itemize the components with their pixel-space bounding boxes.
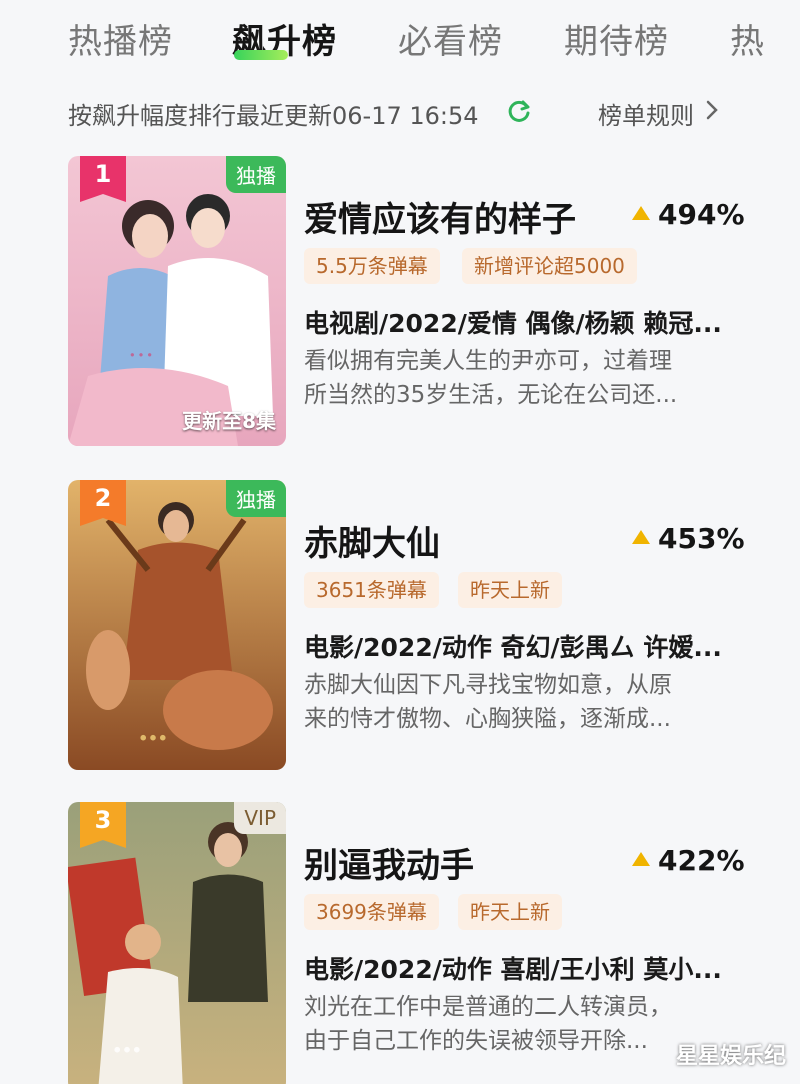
chevron-right-icon[interactable] — [704, 99, 720, 121]
tab-hot-play[interactable]: 热播榜 — [68, 14, 173, 63]
trend-up-icon — [632, 852, 650, 866]
status-tag: 新增评论超5000 — [462, 248, 637, 284]
poster-image[interactable]: … 3 VIP — [68, 802, 286, 1084]
item-title[interactable]: 爱情应该有的样子 — [304, 192, 576, 241]
rank-number: 2 — [94, 484, 112, 512]
svg-text:…: … — [112, 1025, 142, 1060]
tab-hot-more[interactable]: 热 — [730, 14, 765, 63]
tab-must-watch[interactable]: 必看榜 — [398, 14, 503, 63]
trend-up-icon — [632, 206, 650, 220]
status-tag: 昨天上新 — [458, 894, 562, 930]
svg-text:…: … — [138, 713, 168, 748]
trend-value: 422% — [632, 844, 745, 877]
item-description: 看似拥有完美人生的尹亦可，过着理 所当然的35岁生活，无论在公司还... — [304, 348, 678, 408]
danmaku-count-tag: 3651条弹幕 — [304, 572, 439, 608]
refresh-icon[interactable] — [506, 98, 532, 124]
ranking-item-1[interactable]: … 1 独播 更新至8集 爱情应该有的样子 494% 5.5万条弹幕 新增评论超… — [0, 156, 800, 456]
svg-text:…: … — [128, 333, 154, 363]
status-tag: 昨天上新 — [458, 572, 562, 608]
rank-number: 3 — [94, 806, 112, 834]
vip-badge: VIP — [234, 802, 286, 834]
danmaku-count-tag: 3699条弹幕 — [304, 894, 439, 930]
trend-value: 494% — [632, 198, 745, 231]
item-meta: 电影/2022/动作 喜剧/王小利 莫小... — [304, 955, 722, 984]
watermark: 星星娱乐纪 — [675, 1044, 786, 1069]
poster-image[interactable]: … 2 独播 — [68, 480, 286, 770]
active-tab-indicator — [234, 50, 288, 60]
episode-update-label: 更新至8集 — [182, 409, 276, 433]
trend-value: 453% — [632, 522, 745, 555]
exclusive-badge: 独播 — [226, 156, 286, 193]
rank-tabs: 热播榜 飙升榜 必看榜 期待榜 热 — [0, 0, 800, 80]
ranking-item-2[interactable]: … 2 独播 赤脚大仙 453% 3651条弹幕 昨天上新 电影/2022/动作… — [0, 480, 800, 780]
item-title[interactable]: 赤脚大仙 — [304, 516, 440, 565]
item-description: 赤脚大仙因下凡寻找宝物如意，从原 来的恃才傲物、心胸狭隘，逐渐成... — [304, 672, 672, 732]
poster-image[interactable]: … 1 独播 更新至8集 — [68, 156, 286, 446]
exclusive-badge: 独播 — [226, 480, 286, 517]
rank-number: 1 — [94, 160, 112, 188]
danmaku-count-tag: 5.5万条弹幕 — [304, 248, 440, 284]
item-description: 刘光在工作中是普通的二人转演员， 由于自己工作的失误被领导开除... — [304, 994, 672, 1054]
item-meta: 电视剧/2022/爱情 偶像/杨颖 赖冠... — [304, 309, 722, 338]
item-title[interactable]: 别逼我动手 — [304, 838, 474, 887]
rules-link[interactable]: 榜单规则 — [598, 96, 694, 131]
ranking-subheader: 按飙升幅度排行最近更新06-17 16:54 榜单规则 — [0, 90, 800, 134]
tab-anticipated[interactable]: 期待榜 — [564, 14, 669, 63]
sort-description: 按飙升幅度排行最近更新06-17 16:54 — [68, 102, 479, 130]
trend-up-icon — [632, 530, 650, 544]
item-meta: 电影/2022/动作 奇幻/彭禺厶 许嫒... — [304, 633, 722, 662]
